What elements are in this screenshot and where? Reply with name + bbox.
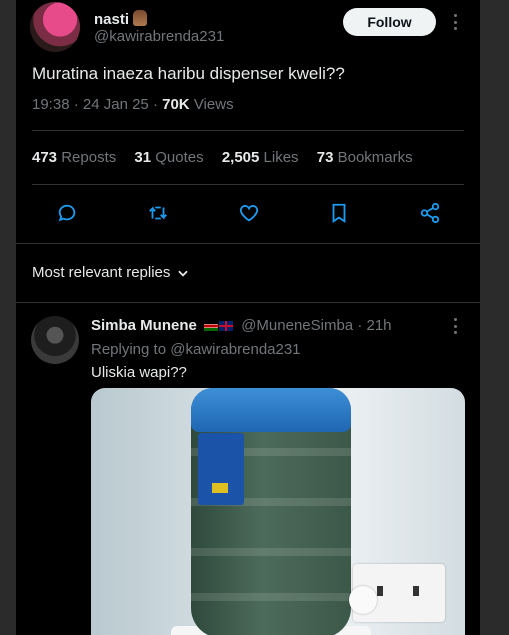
author-avatar[interactable] bbox=[30, 2, 80, 52]
replies-sort-label: Most relevant replies bbox=[32, 264, 171, 281]
divider bbox=[32, 184, 464, 185]
reply-author-handle[interactable]: @MuneneSimba bbox=[241, 317, 353, 334]
replying-to-handle[interactable]: @kawirabrenda231 bbox=[170, 341, 300, 358]
quotes-stat[interactable]: 31 Quotes bbox=[134, 149, 203, 166]
engagement-stats: 473 Reposts 31 Quotes 2,505 Likes 73 Boo… bbox=[32, 149, 427, 166]
like-icon[interactable] bbox=[236, 200, 262, 226]
reply-icon[interactable] bbox=[54, 200, 80, 226]
bookmark-icon[interactable] bbox=[326, 200, 352, 226]
tweet-date[interactable]: 24 Jan 25 bbox=[83, 96, 149, 113]
author-name[interactable]: nasti bbox=[94, 10, 148, 28]
follow-button[interactable]: Follow bbox=[343, 8, 436, 36]
views-count: 70K bbox=[162, 96, 190, 113]
tweet-column: nasti @kawirabrenda231 Follow Muratina i… bbox=[16, 0, 480, 635]
likes-stat[interactable]: 2,505 Likes bbox=[222, 149, 299, 166]
tweet-meta: 19:38 · 24 Jan 25 · 70K Views bbox=[32, 96, 234, 113]
author-name-text[interactable]: nasti bbox=[94, 11, 129, 28]
share-icon[interactable] bbox=[417, 200, 443, 226]
reposts-stat[interactable]: 473 Reposts bbox=[32, 149, 116, 166]
author-handle[interactable]: @kawirabrenda231 bbox=[94, 28, 224, 45]
views-label: Views bbox=[193, 96, 234, 113]
divider bbox=[32, 130, 464, 131]
more-options-icon[interactable] bbox=[453, 14, 457, 30]
emoji-icon bbox=[133, 10, 148, 26]
tweet-time[interactable]: 19:38 bbox=[32, 96, 70, 113]
reply-author-name[interactable]: Simba Munene bbox=[91, 317, 197, 334]
reply-header: Simba Munene @MuneneSimba · 21h bbox=[91, 317, 392, 335]
reply-more-options-icon[interactable] bbox=[453, 318, 457, 334]
replying-prefix: Replying to bbox=[91, 341, 167, 358]
divider bbox=[16, 302, 480, 303]
reply-time[interactable]: 21h bbox=[367, 317, 392, 334]
replying-to: Replying to @kawirabrenda231 bbox=[91, 341, 301, 358]
chevron-down-icon bbox=[178, 270, 189, 277]
divider bbox=[16, 243, 480, 244]
replies-sort-dropdown[interactable]: Most relevant replies bbox=[32, 264, 190, 281]
repost-icon[interactable] bbox=[145, 200, 171, 226]
action-bar bbox=[32, 200, 464, 226]
reply-text: Uliskia wapi?? bbox=[91, 364, 187, 381]
reply-media-image[interactable] bbox=[91, 388, 465, 635]
bookmarks-stat[interactable]: 73 Bookmarks bbox=[317, 149, 413, 166]
reply-author-avatar[interactable] bbox=[31, 316, 79, 364]
flag-emoji-icons bbox=[204, 318, 234, 335]
tweet-text: Muratina inaeza haribu dispenser kweli?? bbox=[32, 64, 345, 83]
scrollbar-track[interactable] bbox=[480, 0, 509, 635]
